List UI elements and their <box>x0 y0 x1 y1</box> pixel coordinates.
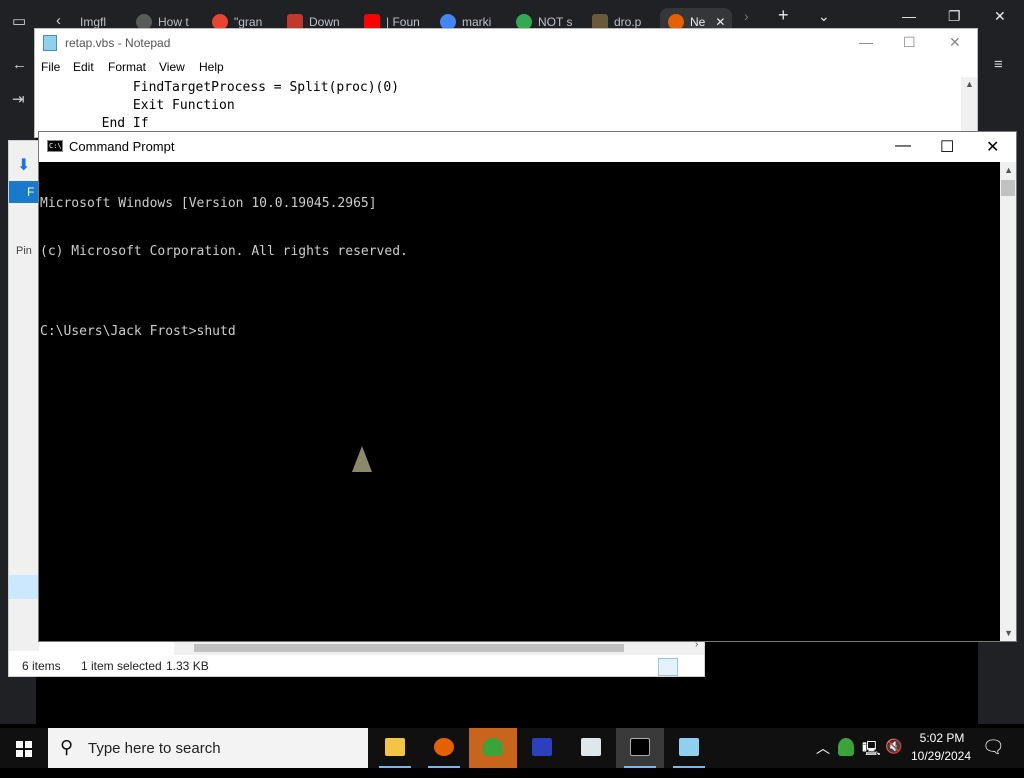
back-arrow-icon[interactable]: ← <box>12 56 27 73</box>
taskbar-firefox[interactable] <box>420 728 468 768</box>
notepad-title-bar[interactable]: retap.vbs - Notepad — ☐ ✕ <box>35 29 977 57</box>
sign-in-icon[interactable]: ⇥ <box>12 90 25 108</box>
notepad-menu-bar: File Edit Format View Help <box>35 57 977 77</box>
scroll-down-icon[interactable]: ▼ <box>1004 628 1013 638</box>
selected-nav-item[interactable] <box>9 575 39 599</box>
close-tab-icon[interactable]: ✕ <box>715 15 725 29</box>
tab-label: How t <box>158 15 189 29</box>
notepad-icon <box>43 35 57 51</box>
tab-label: Ne <box>690 15 706 29</box>
cmd-title: Command Prompt <box>69 139 175 154</box>
cmd-icon <box>630 738 650 756</box>
cmd-icon: C:\ <box>47 140 63 152</box>
close-icon[interactable]: ✕ <box>986 137 999 157</box>
console-line: Microsoft Windows [Version 10.0.19045.29… <box>40 196 377 211</box>
people-icon <box>483 738 503 756</box>
selection-size: 1.33 KB <box>166 659 209 673</box>
notepad-title: retap.vbs - Notepad <box>65 36 171 50</box>
large-icons-view-icon[interactable] <box>680 658 700 676</box>
menu-file[interactable]: File <box>41 60 60 74</box>
start-button[interactable] <box>0 728 48 768</box>
clock-time[interactable]: 5:02 PM <box>910 731 974 745</box>
app-icon <box>581 738 601 756</box>
tab-label: Down <box>309 15 340 29</box>
minimize-icon[interactable]: — <box>902 8 916 24</box>
close-icon[interactable]: ✕ <box>994 8 1006 25</box>
clock-date[interactable]: 10/29/2024 <box>906 749 976 763</box>
mouse-cursor-icon <box>352 446 372 472</box>
pin-label[interactable]: Pin <box>16 245 32 257</box>
tab-label: dro.p <box>614 15 642 29</box>
menu-edit[interactable]: Edit <box>73 60 94 74</box>
taskbar-app[interactable] <box>567 728 615 768</box>
list-tabs-icon[interactable]: ⌄ <box>818 8 830 25</box>
tab-label: | Foun <box>386 15 420 29</box>
scroll-tabs-left-icon[interactable]: ‹ <box>56 12 61 29</box>
taskbar-notepad[interactable] <box>665 728 713 768</box>
network-icon[interactable]: 🖳 <box>862 738 881 778</box>
selection-info: 1 item selected <box>81 659 162 673</box>
menu-icon[interactable]: ≡ <box>994 56 1003 73</box>
scroll-up-icon[interactable]: ▲ <box>1004 165 1013 175</box>
new-tab-icon[interactable]: + <box>778 5 789 26</box>
taskbar: ⚲ Type here to search ︿ 🖳 🔇 5:02 PM 10/2… <box>0 728 1024 768</box>
cmd-title-bar[interactable]: C:\ Command Prompt — ☐ ✕ <box>39 132 1016 162</box>
menu-format[interactable]: Format <box>108 60 146 74</box>
download-arrow-icon[interactable]: ⬇ <box>17 155 30 175</box>
vertical-scrollbar[interactable] <box>1000 162 1016 641</box>
tab-label: NOT s <box>538 15 572 29</box>
vertical-scrollbar[interactable]: ▲ <box>961 77 977 139</box>
minimize-icon[interactable]: — <box>859 34 873 50</box>
code-line: FindTargetProcess = Split(proc)(0) <box>39 80 400 95</box>
explorer-nav-pane: ⬇ F Pin <box>9 141 39 651</box>
file-tab[interactable]: F <box>9 181 39 203</box>
notepad-window: retap.vbs - Notepad — ☐ ✕ File Edit Form… <box>34 28 978 139</box>
windows-logo-icon <box>16 741 32 757</box>
tab-label: Imgfl <box>80 15 107 29</box>
app-icon <box>532 738 552 756</box>
tab-actions-icon[interactable]: ▭ <box>12 12 26 30</box>
status-bar: 6 items 1 item selected 1.33 KB <box>9 655 704 677</box>
tab-label: "gran <box>234 15 263 29</box>
restore-icon[interactable]: ❐ <box>948 8 961 25</box>
search-icon: ⚲ <box>60 737 74 757</box>
people-tray-icon[interactable] <box>838 738 854 756</box>
taskbar-search-box[interactable]: ⚲ Type here to search <box>48 728 368 768</box>
maximize-icon[interactable]: ☐ <box>903 34 916 51</box>
command-prompt-window: C:\ Command Prompt — ☐ ✕ Microsoft Windo… <box>38 131 1017 642</box>
code-line: Exit Function <box>39 98 235 113</box>
menu-view[interactable]: View <box>159 60 185 74</box>
tab-label: marki <box>462 15 492 29</box>
volume-muted-icon[interactable]: 🔇 <box>885 738 902 778</box>
menu-help[interactable]: Help <box>199 60 224 74</box>
console-prompt-line[interactable]: C:\Users\Jack Frost>shutd <box>40 324 408 340</box>
close-icon[interactable]: ✕ <box>949 34 961 51</box>
item-count: 6 items <box>22 659 61 673</box>
taskbar-people-app[interactable] <box>469 728 517 768</box>
scrollbar-thumb[interactable] <box>1001 180 1015 196</box>
maximize-icon[interactable]: ☐ <box>940 137 954 157</box>
folder-icon <box>385 738 405 756</box>
taskbar-command-prompt[interactable] <box>616 728 664 768</box>
taskbar-app[interactable] <box>518 728 566 768</box>
minimize-icon[interactable]: — <box>895 137 911 155</box>
details-view-icon[interactable] <box>658 658 678 676</box>
cmd-console[interactable]: Microsoft Windows [Version 10.0.19045.29… <box>39 162 1001 641</box>
show-hidden-icons-icon[interactable]: ︿ <box>816 738 830 778</box>
firefox-icon <box>434 738 454 756</box>
notepad-icon <box>679 738 699 756</box>
scroll-up-icon[interactable]: ▲ <box>965 79 974 89</box>
search-placeholder: Type here to search <box>88 740 221 757</box>
scroll-tabs-right-icon[interactable]: › <box>744 8 749 24</box>
notifications-icon[interactable]: 🗨 <box>982 737 1005 777</box>
taskbar-file-explorer[interactable] <box>371 728 419 768</box>
scrollbar-thumb[interactable] <box>194 644 624 652</box>
console-line: (c) Microsoft Corporation. All rights re… <box>40 244 408 259</box>
notepad-text-area[interactable]: FindTargetProcess = Split(proc)(0) Exit … <box>39 79 399 133</box>
